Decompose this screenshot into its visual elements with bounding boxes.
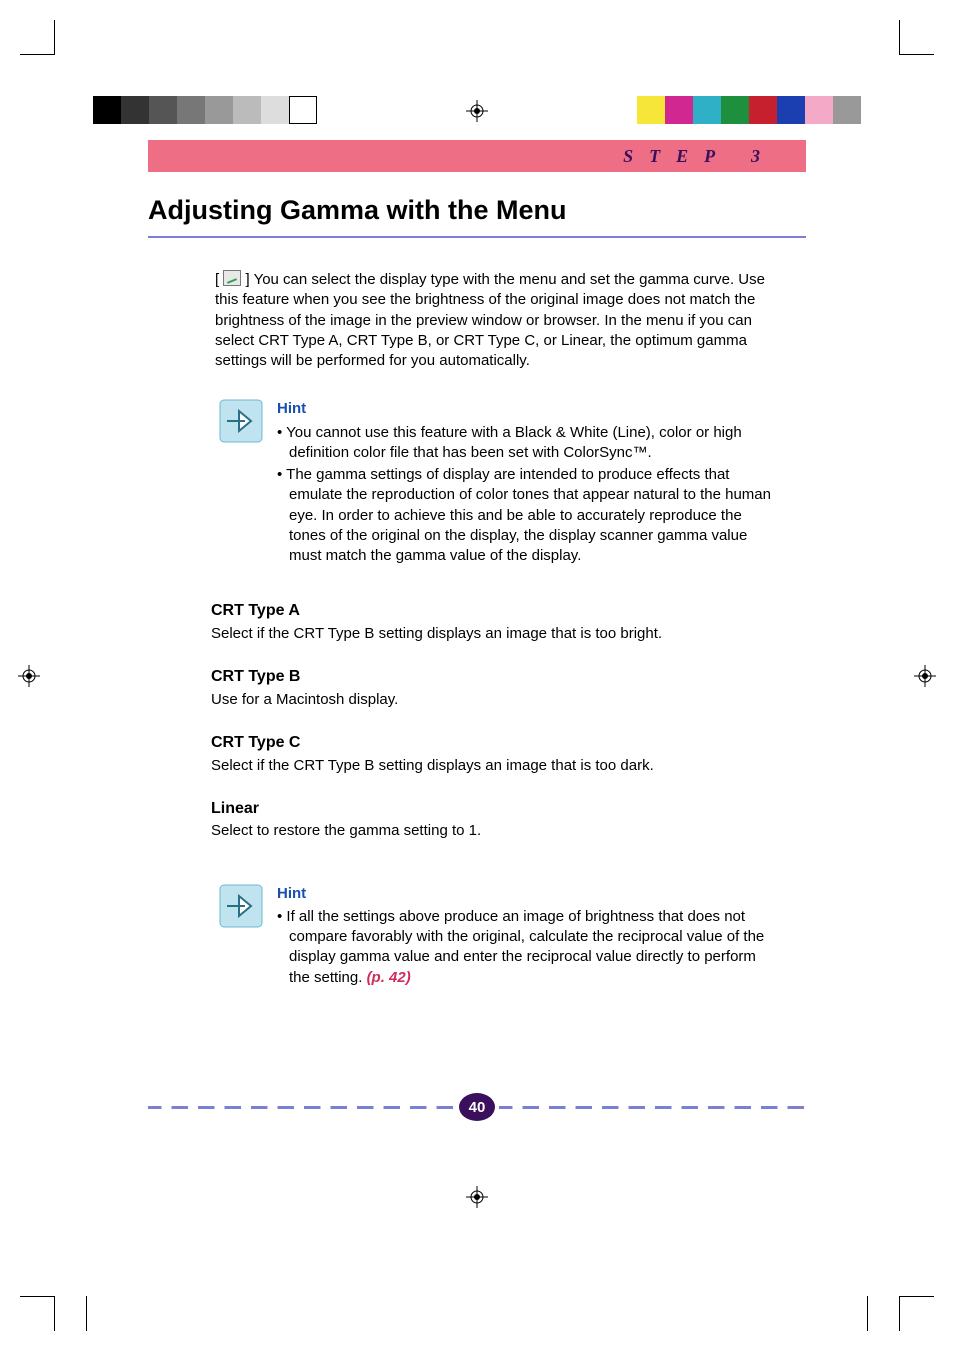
hint-title: Hint <box>277 884 779 904</box>
hint-title: Hint <box>277 399 779 419</box>
color-swatch-bar <box>637 96 861 124</box>
section-body: Select if the CRT Type B setting display… <box>211 756 779 776</box>
section-body: Select to restore the gamma setting to 1… <box>211 821 779 841</box>
hint-arrow-icon <box>219 884 263 928</box>
page-title: Adjusting Gamma with the Menu <box>148 195 806 238</box>
section-linear: Linear Select to restore the gamma setti… <box>211 798 779 842</box>
hint-item: You cannot use this feature with a Black… <box>277 423 779 464</box>
section-title: CRT Type A <box>211 600 779 622</box>
registration-mark-top <box>466 100 488 122</box>
registration-mark-right <box>914 665 936 687</box>
intro-text: You can select the display type with the… <box>215 271 765 369</box>
crop-mark-bottom-left <box>20 1296 55 1331</box>
crop-mark-br-inner <box>867 1296 889 1331</box>
page-reference-link[interactable]: (p. 42) <box>367 969 411 986</box>
section-crt-a: CRT Type A Select if the CRT Type B sett… <box>211 600 779 644</box>
page-number-ornament: 40 <box>148 1093 806 1121</box>
ornament-dash-right <box>499 1106 806 1109</box>
hint-box-2: Hint If all the settings above produce a… <box>215 884 779 990</box>
ornament-dash-left <box>148 1106 455 1109</box>
section-crt-c: CRT Type C Select if the CRT Type B sett… <box>211 732 779 776</box>
hint-list: If all the settings above produce an ima… <box>277 907 779 988</box>
section-title: Linear <box>211 798 779 820</box>
crop-mark-top-right <box>899 20 934 55</box>
grayscale-swatch-bar <box>93 96 317 124</box>
section-body: Select if the CRT Type B setting display… <box>211 624 779 644</box>
section-title: CRT Type C <box>211 732 779 754</box>
hint-box-1: Hint You cannot use this feature with a … <box>215 399 779 568</box>
registration-mark-left <box>18 665 40 687</box>
page-body: [ ] You can select the display type with… <box>215 270 779 1022</box>
page-number-badge: 40 <box>459 1093 495 1121</box>
section-title: CRT Type B <box>211 666 779 688</box>
crop-mark-bottom-right <box>899 1296 934 1331</box>
section-crt-b: CRT Type B Use for a Macintosh display. <box>211 666 779 710</box>
step-label: STEP 3 <box>623 146 776 167</box>
intro-paragraph: [ ] You can select the display type with… <box>215 270 779 371</box>
section-body: Use for a Macintosh display. <box>211 690 779 710</box>
hint-item: If all the settings above produce an ima… <box>277 907 779 988</box>
gamma-menu-icon <box>223 270 241 286</box>
crop-mark-bl-inner <box>65 1296 87 1331</box>
step-banner: STEP 3 <box>148 140 806 172</box>
crop-mark-top-left <box>20 20 55 55</box>
registration-mark-bottom <box>466 1186 488 1208</box>
hint-list: You cannot use this feature with a Black… <box>277 423 779 567</box>
hint-arrow-icon <box>219 399 263 443</box>
hint-item: The gamma settings of display are intend… <box>277 465 779 566</box>
